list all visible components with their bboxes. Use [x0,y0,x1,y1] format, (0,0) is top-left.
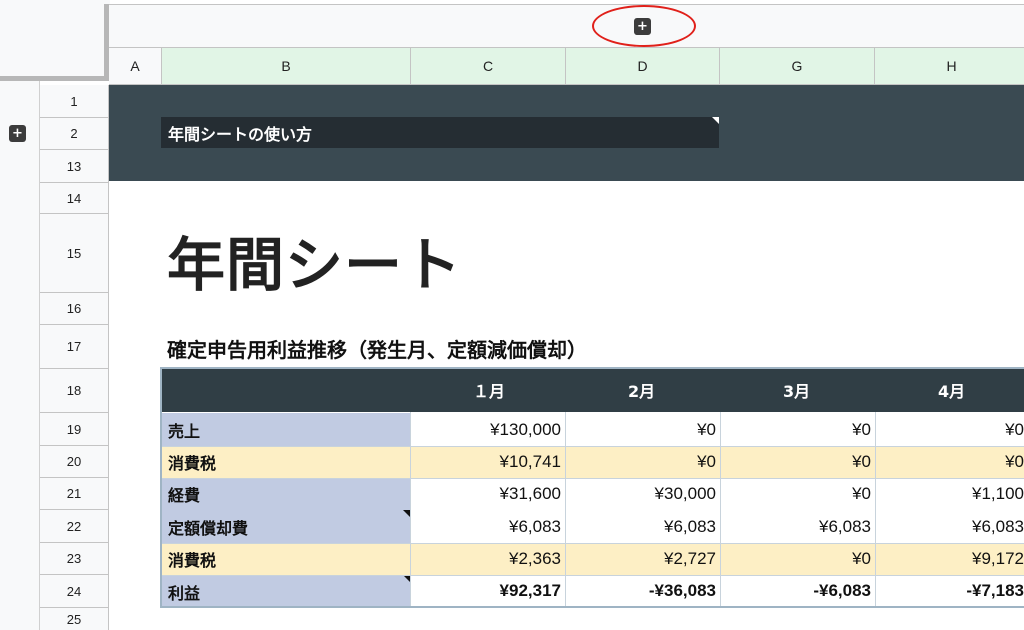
row-header-16[interactable]: 16 [40,293,109,325]
section-title: 確定申告用利益推移（発生月、定額減価償却） [167,338,587,362]
expand-row-group-button[interactable]: + [9,125,26,142]
plus-square-icon: + [12,126,23,141]
column-header-b[interactable]: B [162,48,411,85]
row-group-bar [0,81,40,630]
row-header-17[interactable]: 17 [40,325,109,369]
select-all-corner[interactable] [40,48,109,78]
row-header-25[interactable]: 25 [40,608,109,630]
guide-link-cell[interactable]: 年間シートの使い方 [161,117,719,148]
column-header-d[interactable]: D [566,48,720,85]
profit-table [160,367,1024,608]
row-header-2[interactable]: 2 [40,118,109,150]
highlight-annotation-oval [592,5,696,47]
column-header-g[interactable]: G [720,48,875,85]
row-header-14[interactable]: 14 [40,183,109,214]
column-header-c[interactable]: C [411,48,566,85]
row-header-24[interactable]: 24 [40,575,109,608]
column-header-a[interactable]: A [109,48,162,85]
row-header-13[interactable]: 13 [40,150,109,183]
row-header-23[interactable]: 23 [40,543,109,575]
comment-note-icon[interactable] [712,117,719,124]
row-header-20[interactable]: 20 [40,446,109,478]
row-header-21[interactable]: 21 [40,478,109,510]
freeze-handle-horizontal[interactable] [0,76,109,81]
row-header-18[interactable]: 18 [40,369,109,413]
row-header-22[interactable]: 22 [40,510,109,543]
column-group-bar [109,5,1024,48]
row-header-1[interactable]: 1 [40,85,109,118]
row-header-15[interactable]: 15 [40,214,109,293]
page-title: 年間シート [167,231,463,299]
row-header-19[interactable]: 19 [40,413,109,446]
column-header-h[interactable]: H [875,48,1024,85]
